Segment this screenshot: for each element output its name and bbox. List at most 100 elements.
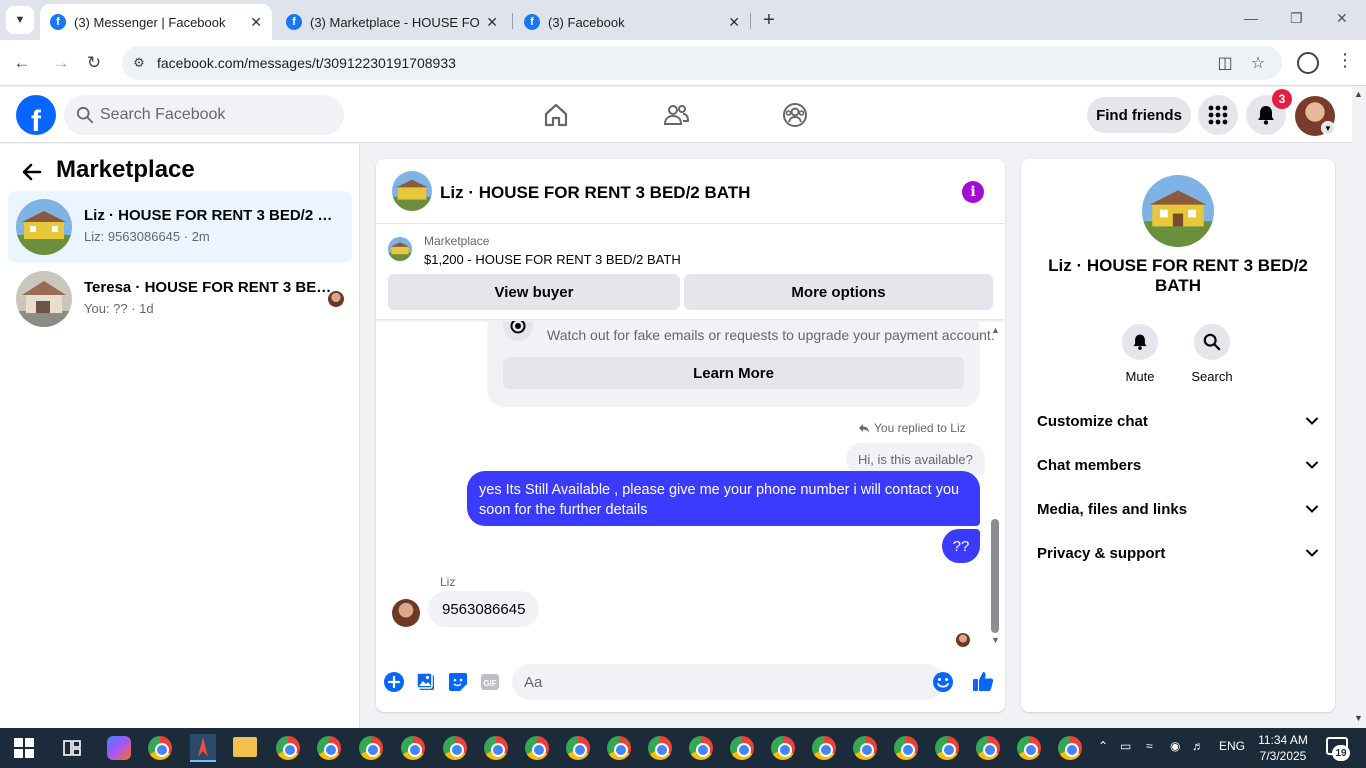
window-close-icon[interactable]: ✕ bbox=[1336, 10, 1348, 27]
chrome-profile-icon[interactable] bbox=[317, 736, 341, 760]
scrollbar-thumb[interactable] bbox=[991, 519, 999, 633]
chrome-profile-icon[interactable] bbox=[853, 736, 877, 760]
minimize-icon[interactable]: — bbox=[1244, 10, 1258, 26]
scroll-down-icon[interactable]: ▼ bbox=[991, 635, 1000, 645]
tab-search-chevron-icon[interactable]: ▼ bbox=[6, 6, 34, 34]
chat-house-avatar[interactable] bbox=[392, 171, 432, 211]
facebook-search[interactable] bbox=[64, 95, 344, 135]
add-icon[interactable] bbox=[383, 671, 405, 693]
language-indicator[interactable]: ENG bbox=[1219, 739, 1245, 753]
scroll-up-icon[interactable]: ▲ bbox=[1354, 89, 1363, 99]
restore-icon[interactable]: ❐ bbox=[1290, 10, 1303, 27]
more-options-button[interactable]: More options bbox=[684, 274, 993, 310]
tab-messenger[interactable]: f (3) Messenger | Facebook ✕ bbox=[40, 4, 272, 40]
url-text[interactable]: facebook.com/messages/t/3091223019170893… bbox=[157, 55, 456, 71]
sender-avatar[interactable] bbox=[392, 599, 420, 627]
message-composer[interactable] bbox=[512, 664, 953, 700]
groups-icon[interactable] bbox=[781, 101, 809, 129]
view-buyer-button[interactable]: View buyer bbox=[388, 274, 680, 310]
chrome-profile-icon[interactable] bbox=[812, 736, 836, 760]
chrome-icon[interactable] bbox=[148, 736, 172, 760]
chat-title[interactable]: Liz · HOUSE FOR RENT 3 BED/2 BATH bbox=[440, 183, 750, 203]
chevron-down-icon bbox=[1306, 417, 1318, 425]
chrome-profile-icon[interactable] bbox=[648, 736, 672, 760]
meet-now-icon[interactable]: ◉ bbox=[1170, 739, 1180, 753]
omnibox[interactable]: ⚙ facebook.com/messages/t/30912230191708… bbox=[122, 46, 1282, 80]
pinned-app-icon[interactable] bbox=[190, 734, 216, 762]
message-scrollbar[interactable]: ▲ ▼ bbox=[988, 321, 1002, 651]
search-input[interactable] bbox=[100, 95, 330, 135]
scroll-up-icon[interactable]: ▲ bbox=[991, 325, 1000, 335]
sticker-icon[interactable] bbox=[447, 671, 469, 693]
outgoing-message[interactable]: yes Its Still Available , please give me… bbox=[467, 471, 980, 526]
chrome-profile-icon[interactable] bbox=[525, 736, 549, 760]
chrome-profile-icon[interactable] bbox=[1058, 736, 1082, 760]
chrome-profile-icon[interactable] bbox=[935, 736, 959, 760]
mute-button[interactable]: Mute bbox=[1110, 324, 1170, 384]
chrome-profile-icon[interactable] bbox=[359, 736, 383, 760]
incoming-message[interactable]: 9563086645 bbox=[428, 591, 540, 627]
outgoing-message[interactable]: ?? bbox=[942, 529, 980, 563]
volume-icon[interactable]: ♬ bbox=[1192, 739, 1204, 753]
learn-more-button[interactable]: Learn More bbox=[503, 357, 964, 389]
page-scrollbar[interactable]: ▲ ▼ bbox=[1352, 87, 1366, 728]
close-icon[interactable]: ✕ bbox=[486, 14, 498, 31]
chrome-profile-icon[interactable] bbox=[443, 736, 467, 760]
site-settings-icon[interactable]: ⚙ bbox=[130, 54, 148, 72]
clock[interactable]: 11:34 AM 7/3/2025 bbox=[1255, 732, 1311, 764]
listing-title[interactable]: $1,200 - HOUSE FOR RENT 3 BED/2 BATH bbox=[424, 252, 681, 267]
search-button[interactable]: Search bbox=[1182, 324, 1242, 384]
tab-facebook[interactable]: f (3) Facebook ✕ bbox=[514, 4, 750, 40]
back-icon[interactable]: ← bbox=[11, 52, 33, 74]
photo-icon[interactable] bbox=[415, 671, 437, 693]
copilot-icon[interactable] bbox=[107, 736, 131, 760]
chrome-profile-icon[interactable] bbox=[401, 736, 425, 760]
file-explorer-icon[interactable] bbox=[233, 737, 257, 757]
home-icon[interactable] bbox=[542, 101, 570, 129]
chrome-profile-icon[interactable] bbox=[689, 736, 713, 760]
browser-menu-icon[interactable]: ⋮ bbox=[1336, 50, 1354, 71]
section-media-files-links[interactable]: Media, files and links bbox=[1037, 489, 1319, 529]
task-view-icon[interactable] bbox=[62, 738, 82, 758]
conversation-item-liz[interactable]: Liz · HOUSE FOR RENT 3 BED/2 BATH Liz: 9… bbox=[8, 191, 352, 263]
chrome-profile-icon[interactable] bbox=[276, 736, 300, 760]
find-friends-button[interactable]: Find friends bbox=[1087, 97, 1191, 133]
reload-icon[interactable]: ↻ bbox=[83, 52, 105, 74]
friends-icon[interactable] bbox=[662, 101, 690, 129]
tray-overflow-icon[interactable]: ⌃ bbox=[1098, 739, 1108, 753]
chrome-profile-icon[interactable] bbox=[1017, 736, 1041, 760]
chevron-down-icon[interactable]: ▼ bbox=[1321, 121, 1335, 135]
chrome-profile-icon[interactable] bbox=[894, 736, 918, 760]
chrome-profile-icon[interactable] bbox=[771, 736, 795, 760]
windows-start-icon[interactable] bbox=[14, 738, 34, 758]
section-privacy-support[interactable]: Privacy & support bbox=[1037, 533, 1319, 573]
battery-icon[interactable]: ▭ bbox=[1120, 739, 1131, 753]
menu-button[interactable] bbox=[1198, 95, 1238, 135]
chrome-profile-icon[interactable] bbox=[730, 736, 754, 760]
chrome-profile-icon[interactable] bbox=[484, 736, 508, 760]
gif-icon[interactable]: GIF bbox=[479, 671, 501, 693]
wifi-icon[interactable]: ≈ bbox=[1146, 739, 1153, 753]
thumbs-up-icon[interactable] bbox=[971, 669, 995, 693]
new-tab-icon[interactable]: + bbox=[757, 8, 781, 32]
section-chat-members[interactable]: Chat members bbox=[1037, 445, 1319, 485]
facebook-logo-icon[interactable]: f bbox=[16, 95, 56, 135]
section-customize-chat[interactable]: Customize chat bbox=[1037, 401, 1319, 441]
message-input[interactable] bbox=[524, 664, 904, 700]
info-icon[interactable]: i bbox=[962, 181, 984, 203]
browser-profile-icon[interactable] bbox=[1297, 52, 1319, 74]
back-arrow-icon[interactable] bbox=[20, 160, 44, 184]
message-list[interactable]: Watch out for fake emails or requests to… bbox=[376, 321, 1005, 651]
chrome-profile-icon[interactable] bbox=[607, 736, 631, 760]
bookmark-star-icon[interactable]: ☆ bbox=[1248, 53, 1268, 73]
close-icon[interactable]: ✕ bbox=[728, 14, 740, 31]
close-icon[interactable]: ✕ bbox=[250, 14, 262, 31]
chrome-profile-icon[interactable] bbox=[566, 736, 590, 760]
chrome-profile-icon[interactable] bbox=[976, 736, 1000, 760]
install-app-icon[interactable]: ◫ bbox=[1215, 53, 1235, 73]
tab-marketplace[interactable]: f (3) Marketplace - HOUSE FOR RENT ✕ bbox=[276, 4, 508, 40]
scroll-down-icon[interactable]: ▼ bbox=[1354, 713, 1363, 723]
emoji-icon[interactable] bbox=[932, 671, 954, 693]
conversation-item-teresa[interactable]: Teresa · HOUSE FOR RENT 3 BED/2 BATH You… bbox=[8, 263, 352, 335]
forward-icon[interactable]: → bbox=[50, 52, 72, 74]
